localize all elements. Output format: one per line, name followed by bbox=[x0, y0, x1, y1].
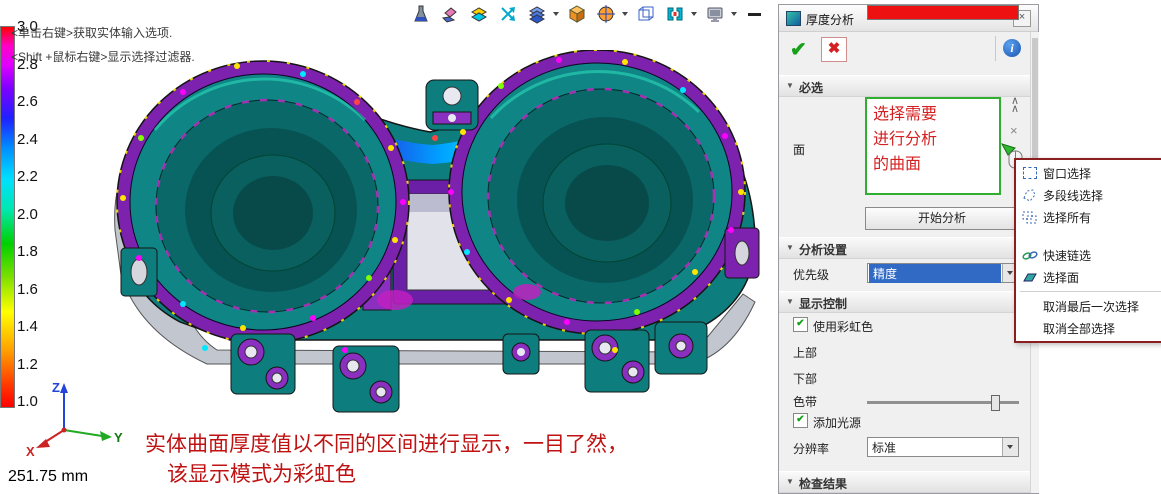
coordinate-triad: Z Y X bbox=[24, 378, 124, 462]
legend-value: 1.2 bbox=[17, 356, 38, 373]
right-wing-tab bbox=[725, 228, 759, 278]
legend-value: 2.2 bbox=[17, 168, 38, 185]
eraser-icon[interactable] bbox=[439, 3, 461, 24]
mount-tab bbox=[655, 322, 707, 374]
display-monitor-icon[interactable] bbox=[704, 3, 726, 24]
legend-value: 1.8 bbox=[17, 243, 38, 260]
legend-colorbar bbox=[0, 26, 15, 408]
select-face-icon bbox=[1021, 271, 1038, 283]
layered-faces-icon[interactable] bbox=[526, 3, 548, 24]
resolution-label: 分辨率 bbox=[793, 440, 829, 457]
rainbow-checkbox-label: 使用彩虹色 bbox=[813, 318, 873, 335]
legend-value: 2.0 bbox=[17, 206, 38, 223]
menu-item-select-all[interactable]: 选择所有 bbox=[1016, 206, 1161, 228]
band-label: 色带 bbox=[793, 393, 817, 410]
face-label: 面 bbox=[793, 141, 805, 158]
lower-label: 下部 bbox=[793, 370, 817, 387]
chevron-down-icon[interactable] bbox=[731, 12, 737, 16]
x-axis-label: X bbox=[26, 444, 35, 459]
window-select-icon bbox=[1021, 167, 1038, 179]
light-checkbox-label: 添加光源 bbox=[813, 414, 861, 431]
chain-select-icon bbox=[1021, 249, 1038, 262]
band-slider-handle[interactable] bbox=[991, 395, 1000, 411]
mount-tab bbox=[503, 334, 539, 374]
resolution-value: 标准 bbox=[868, 438, 1002, 457]
legend-value: 2.4 bbox=[17, 131, 38, 148]
legend-value: 1.4 bbox=[17, 318, 38, 335]
collapse-arrow-icon: ▼ bbox=[786, 297, 794, 306]
direction-arrows-icon[interactable] bbox=[497, 3, 519, 24]
menu-item-window-select[interactable]: 窗口选择 bbox=[1016, 162, 1161, 184]
lower-color-swatch[interactable] bbox=[867, 5, 1019, 20]
left-dial-ring bbox=[117, 61, 409, 343]
face-prompt-annotation: 选择需要进行分析的曲面 bbox=[873, 103, 945, 177]
resolution-dropdown[interactable]: 标准 bbox=[867, 437, 1019, 457]
scrollbar-thumb[interactable] bbox=[1032, 38, 1038, 178]
selection-context-menu: 窗口选择 多段线选择 选择所有 快速链选 选择面 bbox=[1014, 158, 1161, 343]
cancel-button[interactable]: ✖ bbox=[821, 37, 847, 62]
tutorial-caption-1: 实体曲面厚度值以不同的区间进行显示，一目了然， bbox=[145, 428, 628, 458]
section-header-display[interactable]: ▼ 显示控制 bbox=[779, 291, 1031, 313]
top-bracket-tab bbox=[426, 80, 478, 130]
mount-tab bbox=[585, 330, 649, 392]
panel-title: 厚度分析 bbox=[806, 11, 854, 28]
legend-value: 1.0 bbox=[17, 393, 38, 410]
upper-label: 上部 bbox=[793, 344, 817, 361]
right-dial-ring bbox=[449, 50, 745, 334]
viewport-hint-1: <单击右键>获取实体输入选项. bbox=[11, 24, 172, 41]
tutorial-caption-2: 该显示模式为彩虹色 bbox=[167, 458, 356, 488]
start-analysis-button[interactable]: 开始分析 bbox=[865, 207, 1019, 230]
query-toolbar bbox=[410, 3, 766, 24]
cube-icon[interactable] bbox=[566, 3, 588, 24]
legend-value: 2.6 bbox=[17, 93, 38, 110]
chevron-down-icon[interactable] bbox=[691, 12, 697, 16]
viewport-3d-model[interactable] bbox=[95, 50, 785, 440]
target-sphere-icon[interactable] bbox=[595, 3, 617, 24]
menu-item-clear-all-selection[interactable]: 取消全部选择 bbox=[1016, 317, 1161, 339]
viewport-hint-2: <Shift +鼠标右键>显示选择过滤器. bbox=[11, 48, 195, 65]
dimension-readout: 251.75 mm bbox=[8, 468, 88, 486]
ok-button[interactable]: ✔ bbox=[790, 37, 807, 62]
measure-analysis-icon[interactable] bbox=[410, 3, 432, 24]
collapse-input-icon[interactable]: ∧∧ bbox=[1007, 97, 1023, 113]
thickness-analysis-icon bbox=[786, 11, 801, 26]
menu-spacer bbox=[1016, 228, 1161, 244]
section-header-result[interactable]: ▼ 检查结果 bbox=[779, 471, 1031, 493]
priority-value: 精度 bbox=[869, 264, 1001, 283]
menu-item-select-face[interactable]: 选择面 bbox=[1016, 266, 1161, 288]
legend-value: 1.6 bbox=[17, 281, 38, 298]
mount-tab bbox=[333, 346, 399, 412]
z-axis-label: Z bbox=[52, 380, 60, 395]
select-all-icon bbox=[1021, 211, 1038, 224]
section-header-settings[interactable]: ▼ 分析设置 bbox=[779, 237, 1031, 259]
light-checkbox[interactable]: ✔ bbox=[793, 413, 808, 428]
menu-item-polyline-select[interactable]: 多段线选择 bbox=[1016, 184, 1161, 206]
face-pair-icon[interactable] bbox=[468, 3, 490, 24]
collapse-arrow-icon: ▼ bbox=[786, 477, 794, 486]
collapse-arrow-icon: ▼ bbox=[786, 81, 794, 90]
mount-tab bbox=[231, 334, 295, 394]
chevron-down-icon[interactable] bbox=[553, 12, 559, 16]
menu-item-undo-last-selection[interactable]: 取消最后一次选择 bbox=[1016, 295, 1161, 317]
polyline-select-icon bbox=[1021, 189, 1038, 202]
menu-divider bbox=[1020, 291, 1161, 292]
y-axis-label: Y bbox=[114, 430, 123, 445]
app-window: <单击右键>获取实体输入选项. <Shift +鼠标右键>显示选择过滤器. 3.… bbox=[0, 0, 1161, 494]
divider bbox=[995, 36, 996, 61]
collapse-arrow-icon: ▼ bbox=[786, 243, 794, 252]
minus-icon[interactable] bbox=[744, 3, 766, 24]
wire-box-icon[interactable] bbox=[635, 3, 657, 24]
priority-label: 优先级 bbox=[793, 266, 829, 283]
clamp-gap-icon[interactable] bbox=[664, 3, 686, 24]
section-header-required[interactable]: ▼ 必选 bbox=[779, 75, 1031, 97]
chevron-down-icon[interactable] bbox=[1002, 438, 1018, 456]
thickness-analysis-panel: 厚度分析 × ✔ ✖ i ▼ 必选 面 选择需要进行分析的曲面 ∧∧ × 开始分… bbox=[778, 4, 1039, 494]
menu-item-chain-select[interactable]: 快速链选 bbox=[1016, 244, 1161, 266]
clear-selection-icon[interactable]: × bbox=[1010, 123, 1018, 138]
face-input-field[interactable]: 选择需要进行分析的曲面 bbox=[865, 97, 1001, 195]
chevron-down-icon[interactable] bbox=[622, 12, 628, 16]
priority-dropdown[interactable]: 精度 bbox=[867, 263, 1019, 283]
info-button[interactable]: i bbox=[1003, 39, 1021, 57]
rainbow-checkbox[interactable]: ✔ bbox=[793, 317, 808, 332]
